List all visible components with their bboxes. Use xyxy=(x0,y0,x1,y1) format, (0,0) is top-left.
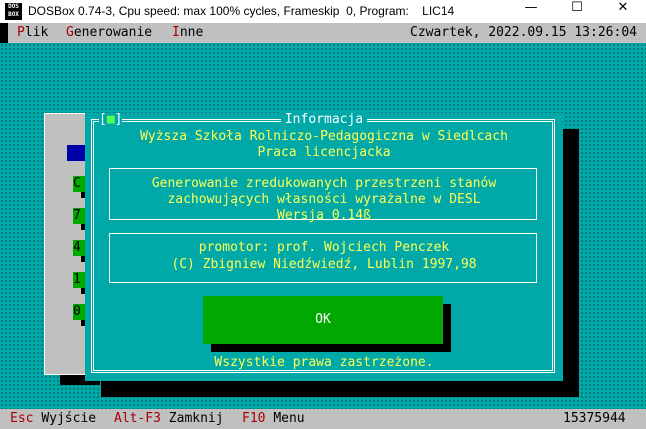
rights-footer: Wszystkie prawa zastrzeżone. xyxy=(214,355,434,370)
memory-counter: 15375944 xyxy=(563,411,626,426)
status-bar: Esc Wyjście Alt-F3 Zamknij F10 Menu 1537… xyxy=(0,409,646,429)
window-title: DOSBox 0.74-3, Cpu speed: max 100% cycle… xyxy=(28,4,455,18)
information-dialog: [■] Informacja Wyższa Szkoła Rolniczo-Pe… xyxy=(85,112,563,381)
menu-item-generowanie[interactable]: Generowanie xyxy=(66,23,152,43)
minimize-icon[interactable]: — xyxy=(508,0,554,23)
desktop-area: C 7 4 1 0 [■] Informacja Wyższa Szkoła R… xyxy=(0,43,646,409)
clock-datetime: Czwartek, 2022.09.15 13:26:04 xyxy=(410,25,637,40)
ok-button[interactable]: OK xyxy=(203,296,443,344)
maximize-icon[interactable]: ☐ xyxy=(554,0,600,23)
header-line-1: Wyższa Szkoła Rolniczo-Pedagogiczna w Si… xyxy=(140,129,508,144)
version-label: Wersja 0.14ß xyxy=(277,208,371,223)
window-titlebar[interactable]: DOS BOX DOSBox 0.74-3, Cpu speed: max 100… xyxy=(0,0,646,23)
menu-item-inne[interactable]: Inne xyxy=(172,23,203,43)
copyright-line: (C) Zbigniew Niedźwiedź, Lublin 1997,98 xyxy=(171,257,477,272)
status-item-exit[interactable]: Esc Wyjście xyxy=(10,409,96,429)
dos-screen: Plik Generowanie Inne Czwartek, 2022.09.… xyxy=(0,23,646,429)
promoter-line: promotor: prof. Wojciech Penczek xyxy=(198,240,450,255)
background-window-display xyxy=(67,145,85,161)
text-cursor xyxy=(0,23,8,43)
dialog-title: Informacja xyxy=(280,112,368,127)
menu-item-plik[interactable]: Plik xyxy=(17,23,48,43)
status-item-close[interactable]: Alt-F3 Zamknij xyxy=(114,409,224,429)
menu-bar: Plik Generowanie Inne Czwartek, 2022.09.… xyxy=(0,23,646,43)
header-line-2: Praca licencjacka xyxy=(257,145,391,160)
close-icon[interactable]: ✕ xyxy=(600,0,646,23)
dosbox-app-icon: DOS BOX xyxy=(5,3,22,20)
version-box-line-1: Generowanie zredukowanych przestrzeni st… xyxy=(151,176,497,191)
version-box-line-2: zachowujących własności wyrażalne w DESL xyxy=(167,192,481,207)
status-item-menu[interactable]: F10 Menu xyxy=(242,409,305,429)
